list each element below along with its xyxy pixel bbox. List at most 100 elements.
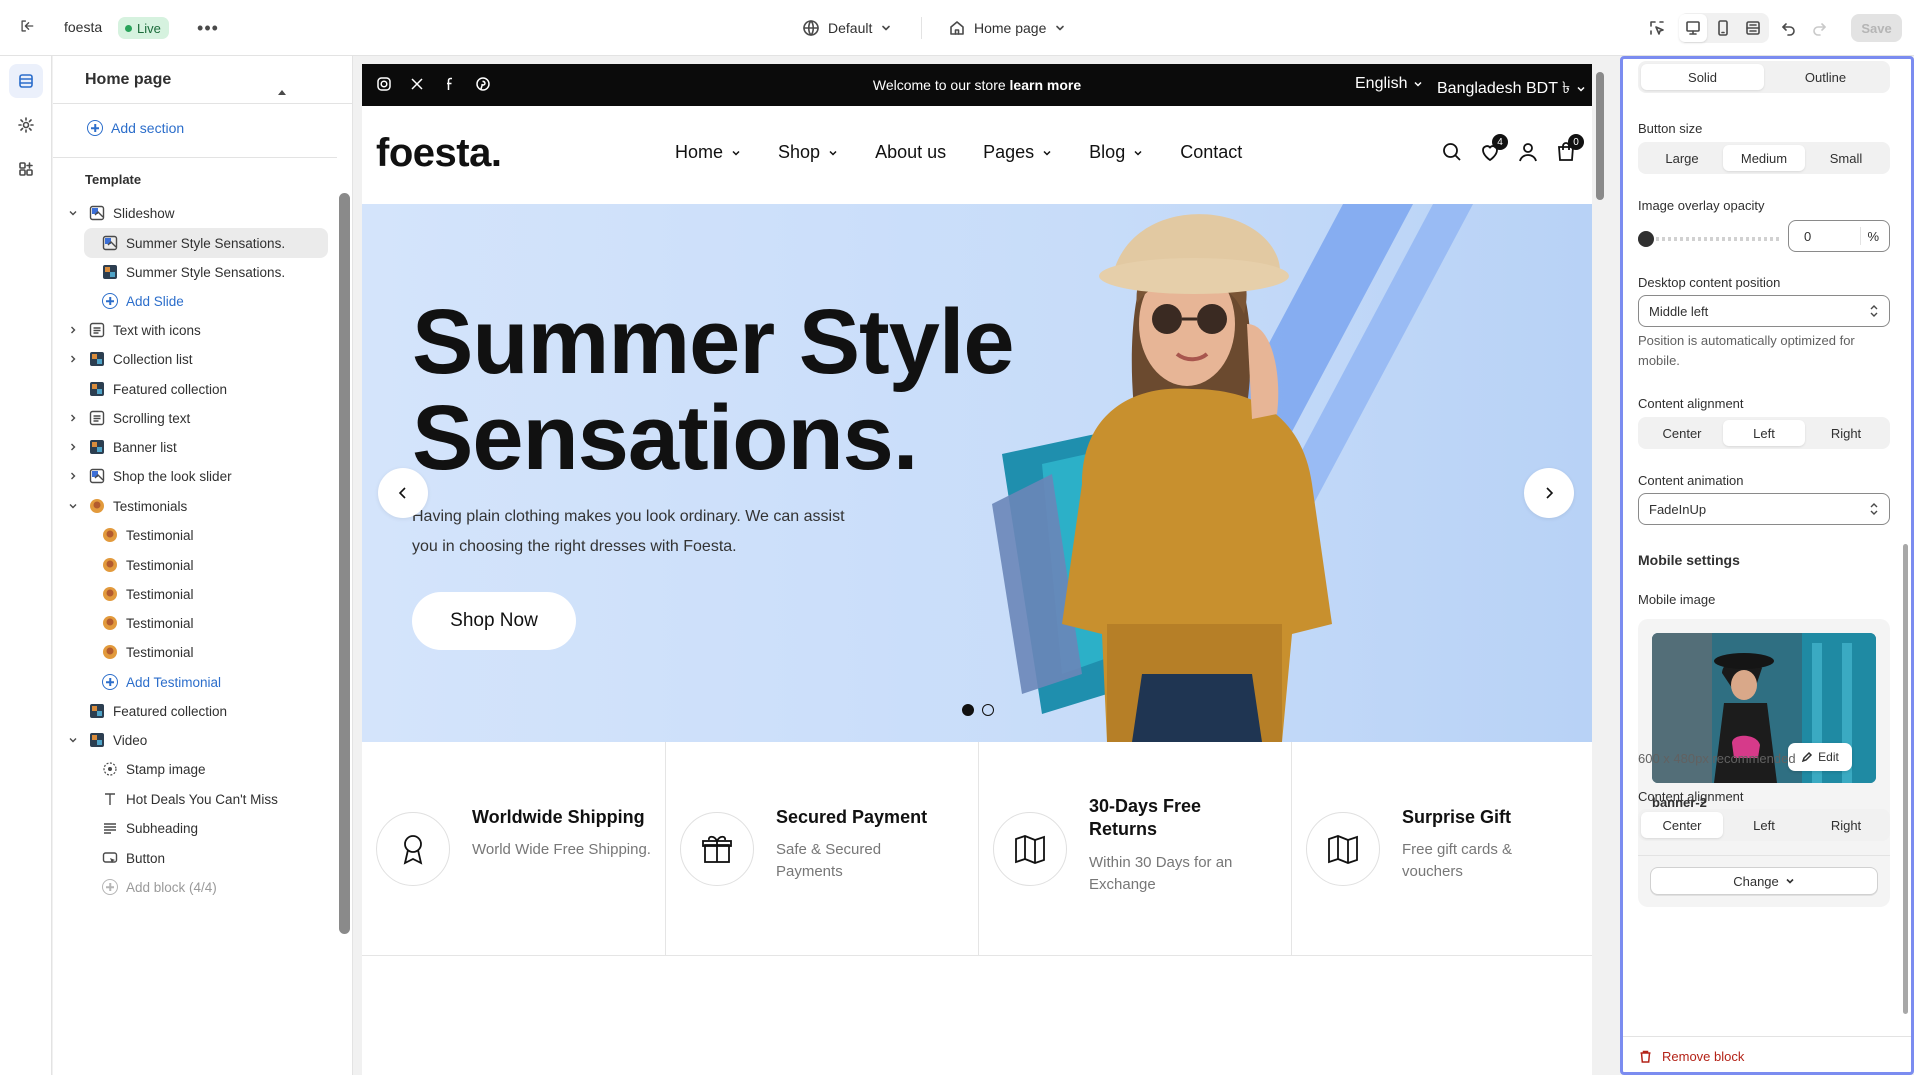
announcement-bar: Welcome to our store learn more English … [362, 64, 1592, 106]
chevron-down-icon [1043, 150, 1051, 156]
tree-item[interactable]: Testimonial [102, 520, 194, 550]
button-style-solid[interactable]: Solid [1641, 64, 1764, 90]
tree-item[interactable]: Slideshow [69, 198, 175, 228]
tree-item[interactable]: Subheading [102, 813, 198, 843]
tree-item[interactable]: Shop the look slider [71, 461, 232, 491]
align-left[interactable]: Left [1723, 420, 1805, 446]
tree-item[interactable]: Featured collection [89, 374, 227, 404]
change-image-button[interactable]: Change [1650, 867, 1878, 895]
rail-settings-button[interactable] [9, 108, 43, 142]
next-slide-button[interactable] [1524, 468, 1574, 518]
save-button[interactable]: Save [1851, 14, 1902, 42]
user-icon[interactable] [1516, 140, 1540, 164]
divider [53, 157, 337, 158]
prev-slide-button[interactable] [378, 468, 428, 518]
nav-home[interactable]: Home [675, 142, 741, 163]
add-item-button[interactable]: Add Slide [102, 286, 184, 316]
content-animation-select[interactable]: FadeInUp [1638, 493, 1890, 525]
tree-item[interactable]: Testimonial [102, 637, 194, 667]
canvas-scrollbar[interactable] [1596, 72, 1604, 200]
mobile-align-center[interactable]: Center [1641, 812, 1723, 838]
tree-item[interactable]: Hot Deals You Can't Miss [102, 784, 278, 814]
shop-now-button[interactable]: Shop Now [412, 592, 576, 650]
mobile-align-left[interactable]: Left [1723, 812, 1805, 838]
announcement-link[interactable]: learn more [1010, 77, 1082, 93]
button-size-medium[interactable]: Medium [1723, 145, 1805, 171]
feature-desc: Free gift cards & vouchers [1402, 841, 1513, 880]
more-actions-button[interactable]: ••• [196, 16, 220, 40]
tree-item[interactable]: Testimonial [102, 608, 194, 638]
nav-blog[interactable]: Blog [1089, 142, 1143, 163]
store-name[interactable]: foesta [64, 19, 102, 35]
tree-item-label: Collection list [113, 351, 193, 367]
slide-dot[interactable] [982, 704, 994, 716]
chevron-down-icon[interactable] [67, 207, 79, 219]
button-size-large[interactable]: Large [1641, 145, 1723, 171]
add-section-button[interactable]: Add section [87, 120, 184, 136]
mobile-align-right[interactable]: Right [1805, 812, 1887, 838]
align-right[interactable]: Right [1805, 420, 1887, 446]
chevron-down-icon[interactable] [67, 500, 79, 512]
tree-item[interactable]: Collection list [71, 344, 193, 374]
slide-dot[interactable] [962, 704, 974, 716]
tree-item[interactable]: Featured collection [89, 696, 227, 726]
tree-item[interactable]: Stamp image [102, 754, 206, 784]
wishlist-button[interactable]: 4 [1478, 134, 1508, 164]
remove-block-button[interactable]: Remove block [1638, 1049, 1744, 1064]
tree-item[interactable]: Summer Style Sensations. [84, 228, 328, 258]
mobile-view-button[interactable] [1709, 14, 1737, 42]
slider-icon [89, 468, 105, 484]
chevron-right-icon[interactable] [67, 353, 79, 365]
nav-pages[interactable]: Pages [983, 142, 1052, 163]
nav-about[interactable]: About us [875, 142, 946, 163]
add-block-button[interactable]: Add block (4/4) [102, 872, 217, 902]
avatar-icon [102, 586, 118, 602]
currency-selector[interactable]: Bangladesh BDT ৳ [1437, 75, 1586, 102]
rail-apps-button[interactable] [9, 152, 43, 186]
video-icon [89, 732, 105, 748]
chevron-down-icon [732, 150, 740, 156]
chevron-right-icon[interactable] [67, 470, 79, 482]
slider-handle[interactable] [1638, 231, 1654, 247]
cart-button[interactable]: 0 [1554, 134, 1584, 164]
tree-item[interactable]: Testimonial [102, 579, 194, 609]
inspector-button[interactable] [1643, 14, 1671, 42]
nav-contact[interactable]: Contact [1180, 142, 1242, 163]
overlay-opacity-slider[interactable] [1638, 237, 1780, 241]
scroll-up-arrow-icon[interactable] [278, 90, 286, 95]
fullscreen-view-button[interactable] [1739, 14, 1767, 42]
tree-item[interactable]: Text with icons [71, 315, 201, 345]
chevron-right-icon[interactable] [67, 441, 79, 453]
chevron-right-icon[interactable] [67, 412, 79, 424]
tree-item[interactable]: Video [69, 725, 147, 755]
desktop-view-button[interactable] [1679, 14, 1707, 42]
tree-item[interactable]: Testimonial [102, 550, 194, 580]
button-style-outline[interactable]: Outline [1764, 64, 1887, 90]
chevron-down-icon[interactable] [67, 734, 79, 746]
nav-shop[interactable]: Shop [778, 142, 838, 163]
exit-button[interactable] [18, 17, 40, 39]
add-item-button[interactable]: Add Testimonial [102, 667, 221, 697]
page-selector[interactable]: Home page [948, 16, 1066, 40]
undo-button[interactable] [1775, 14, 1803, 42]
tree-item[interactable]: Banner list [71, 432, 177, 462]
button-size-small[interactable]: Small [1805, 145, 1887, 171]
tree-item[interactable]: Summer Style Sensations. [102, 257, 285, 287]
tree-item[interactable]: Button [102, 843, 165, 873]
theme-selector[interactable]: Default [802, 16, 892, 40]
tree-item[interactable]: Scrolling text [71, 403, 190, 433]
sidebar-scrollbar[interactable] [339, 193, 350, 934]
search-icon[interactable] [1440, 140, 1464, 164]
tree-item[interactable]: Testimonials [69, 491, 187, 521]
opacity-unit: % [1867, 228, 1879, 244]
chevron-right-icon[interactable] [67, 324, 79, 336]
desktop-position-select[interactable]: Middle left [1638, 295, 1890, 327]
redo-button[interactable] [1805, 14, 1833, 42]
store-logo[interactable]: foesta. [376, 131, 502, 176]
language-selector[interactable]: English [1355, 75, 1423, 93]
rail-sections-button[interactable] [9, 64, 43, 98]
overlay-opacity-input[interactable]: 0 % [1788, 220, 1890, 252]
wishlist-count-badge: 4 [1492, 134, 1508, 150]
panel-scrollbar[interactable] [1903, 544, 1908, 1014]
align-center[interactable]: Center [1641, 420, 1723, 446]
